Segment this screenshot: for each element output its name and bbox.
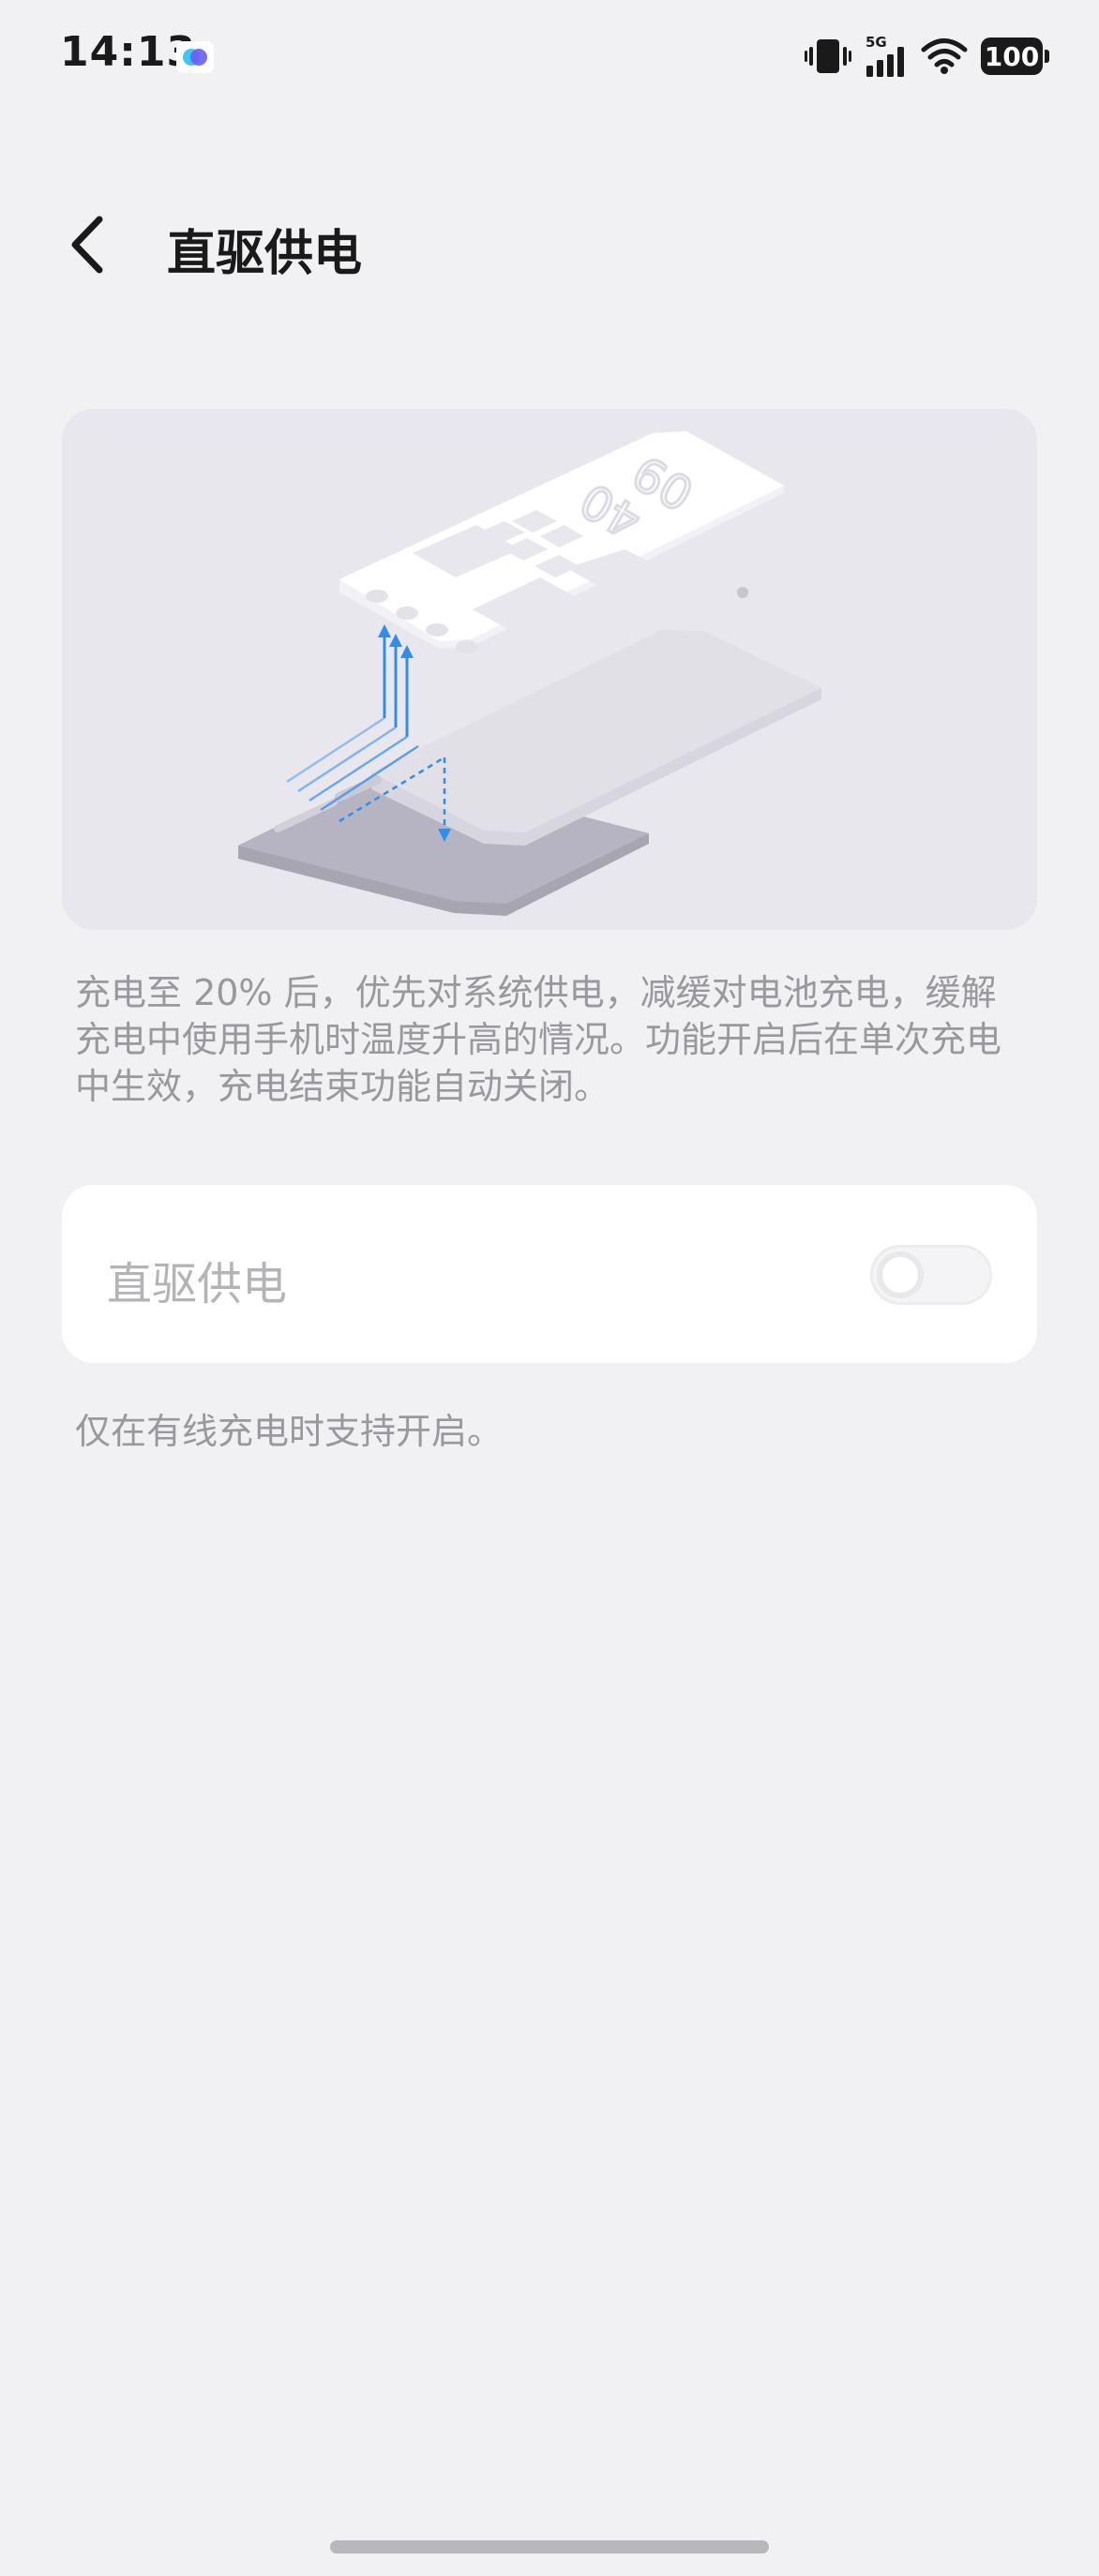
- chevron-left-icon: [71, 216, 103, 274]
- direct-power-illustration: 09 40: [62, 409, 1037, 930]
- vibrate-icon: [805, 39, 851, 73]
- battery-icon: 100: [981, 37, 1049, 75]
- feature-description: 充电至 20% 后，优先对系统供电，减缓对电池充电，缓解充电中使用手机时温度升高…: [75, 972, 1002, 1107]
- phone-charging-illustration: 09 40: [238, 431, 821, 916]
- direct-power-label: 直驱供电: [107, 1258, 288, 1310]
- status-bar: 14:13 5G 100: [0, 0, 1099, 112]
- wired-charging-hint: 仅在有线充电时支持开启。: [75, 1411, 504, 1452]
- toggle-knob: [877, 1251, 924, 1298]
- battery-level: 100: [984, 40, 1040, 72]
- wifi-icon: [921, 38, 968, 74]
- home-indicator[interactable]: [330, 2540, 769, 2554]
- status-icons: 5G 100: [805, 34, 1049, 79]
- network-type: 5G: [866, 34, 887, 51]
- direct-power-toggle[interactable]: [870, 1245, 992, 1305]
- back-button[interactable]: [58, 212, 114, 277]
- cellular-signal-icon: 5G: [866, 34, 904, 77]
- app-notification-icon: [176, 41, 214, 73]
- direct-power-setting-row[interactable]: 直驱供电: [62, 1185, 1037, 1363]
- page-title: 直驱供电: [167, 226, 363, 282]
